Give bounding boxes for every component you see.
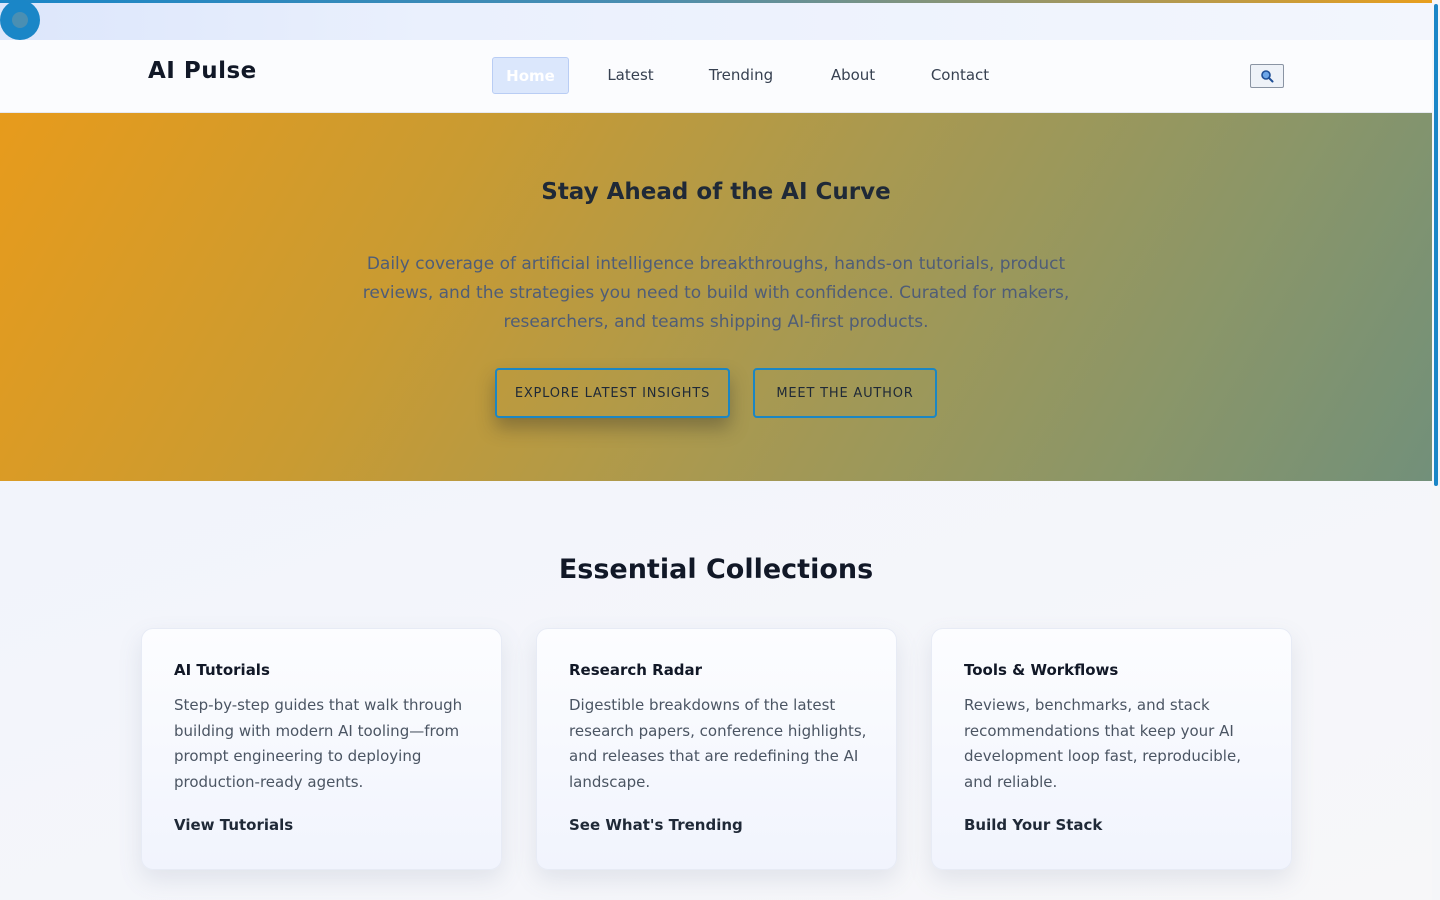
hero-title: Stay Ahead of the AI Curve <box>541 179 891 205</box>
card-text: Digestible breakdowns of the latest rese… <box>569 696 867 792</box>
hero-section: Stay Ahead of the AI Curve Daily coverag… <box>0 113 1432 481</box>
card-text: Reviews, benchmarks, and stack recommend… <box>964 696 1241 792</box>
card-title: Research Radar <box>569 661 703 679</box>
scrollbar-thumb[interactable] <box>1434 4 1438 486</box>
collections-title: Essential Collections <box>558 554 874 585</box>
nav-item-about[interactable]: About <box>814 57 892 94</box>
collection-card-tutorials: AI Tutorials Step-by-step guides that wa… <box>141 628 502 870</box>
search-button[interactable] <box>1250 64 1284 88</box>
collection-card-tools: Tools & Workflows Reviews, benchmarks, a… <box>931 628 1292 870</box>
nav-item-home[interactable]: Home <box>492 57 569 94</box>
collection-card-research: Research Radar Digestible breakdowns of … <box>536 628 897 870</box>
search-icon <box>1261 70 1274 83</box>
explore-insights-button[interactable]: EXPLORE LATEST INSIGHTS <box>495 368 730 418</box>
site-logo[interactable]: AI Pulse <box>148 58 257 84</box>
card-text: Step-by-step guides that walk through bu… <box>174 696 463 792</box>
see-trending-link[interactable]: See What's Trending <box>569 816 743 834</box>
top-strip <box>0 3 1432 40</box>
hero-description: Daily coverage of artificial intelligenc… <box>362 254 1070 332</box>
view-tutorials-link[interactable]: View Tutorials <box>174 816 293 834</box>
scroll-indicator-dot <box>0 0 40 40</box>
card-title: AI Tutorials <box>174 661 270 679</box>
site-header: AI Pulse Home Latest Trending About Cont… <box>0 40 1432 113</box>
page-scrollbar[interactable] <box>1432 0 1440 900</box>
nav-item-trending[interactable]: Trending <box>692 57 790 94</box>
nav-item-contact[interactable]: Contact <box>916 57 1004 94</box>
build-stack-link[interactable]: Build Your Stack <box>964 816 1102 834</box>
reading-progress-bar <box>0 0 1432 3</box>
nav-item-latest[interactable]: Latest <box>593 57 668 94</box>
meet-author-button[interactable]: MEET THE AUTHOR <box>753 368 937 418</box>
card-title: Tools & Workflows <box>964 661 1119 679</box>
